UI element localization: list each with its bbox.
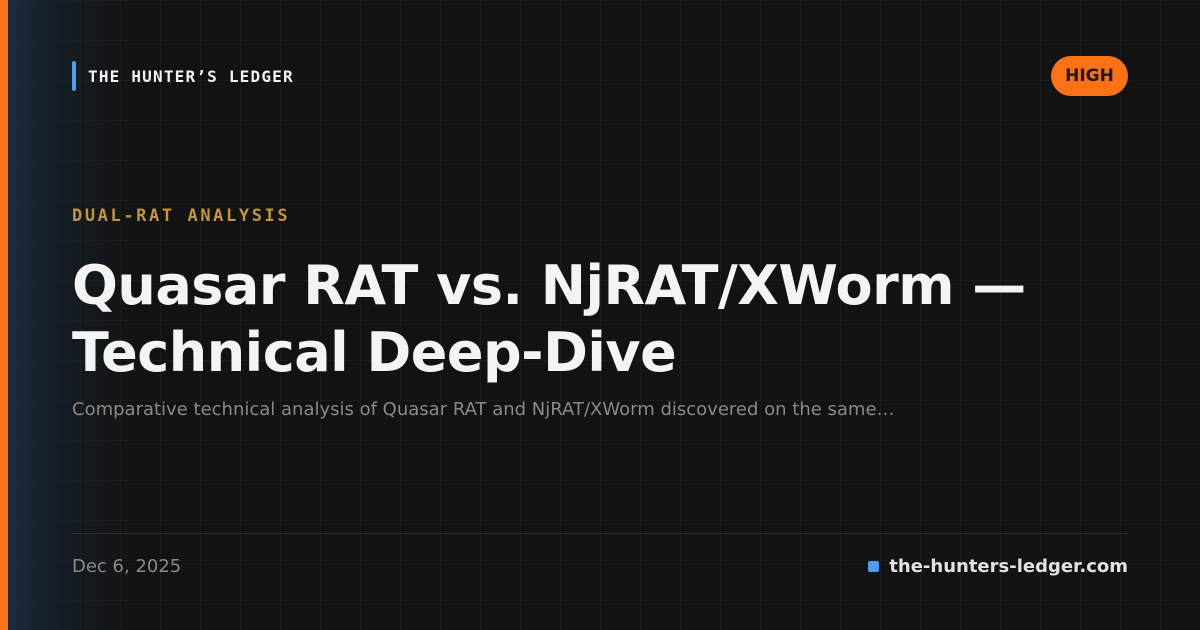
brand: THE HUNTER’S LEDGER [72,61,294,91]
article-summary: Comparative technical analysis of Quasar… [72,399,895,420]
brand-mark-icon [72,61,76,91]
publish-date: Dec 6, 2025 [72,556,182,577]
site-link[interactable]: the-hunters-ledger.com [868,556,1128,577]
severity-badge: HIGH [1051,56,1128,96]
divider [72,533,1128,534]
site-dot-icon [868,561,880,572]
social-card: THE HUNTER’S LEDGER HIGH DUAL-RAT ANALYS… [0,0,1200,630]
accent-bar [0,0,8,630]
article-title: Quasar RAT vs. NjRAT/XWorm — Technical D… [72,254,1026,384]
category-kicker: DUAL-RAT ANALYSIS [72,206,291,226]
site-url: the-hunters-ledger.com [889,556,1128,577]
brand-name: THE HUNTER’S LEDGER [88,66,294,86]
